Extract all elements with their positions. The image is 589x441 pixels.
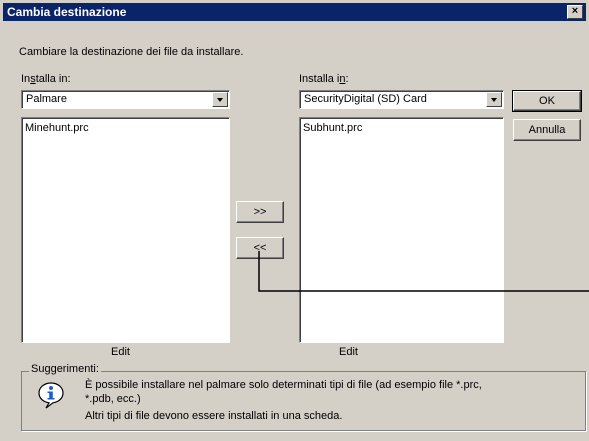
left-file-list[interactable]: Minehunt.prc xyxy=(21,117,230,343)
chevron-down-icon[interactable] xyxy=(212,92,228,107)
right-combo-value: SecurityDigital (SD) Card xyxy=(304,93,427,105)
tip-line-2: *.pdb, ecc.) xyxy=(85,393,141,405)
move-right-button[interactable]: >> xyxy=(236,201,284,223)
chevron-down-icon[interactable] xyxy=(486,92,502,107)
left-install-label: Installa in: xyxy=(21,73,71,85)
change-destination-dialog: Cambia destinazione × Cambiare la destin… xyxy=(0,0,589,441)
tip-line-3: Altri tipi di file devono essere install… xyxy=(85,410,343,422)
left-destination-combo[interactable]: Palmare xyxy=(21,90,230,109)
right-install-label: Installa in: xyxy=(299,73,349,85)
close-icon[interactable]: × xyxy=(567,5,583,19)
tips-legend: Suggerimenti: xyxy=(29,363,101,375)
ok-button[interactable]: OK xyxy=(512,90,582,112)
cancel-button[interactable]: Annulla xyxy=(513,119,581,141)
list-item[interactable]: Subhunt.prc xyxy=(303,122,362,134)
left-combo-value: Palmare xyxy=(26,93,67,105)
right-edit-label[interactable]: Edit xyxy=(339,346,358,358)
info-icon xyxy=(38,382,64,409)
right-destination-combo[interactable]: SecurityDigital (SD) Card xyxy=(299,90,504,109)
callout-line xyxy=(258,251,589,292)
right-file-list[interactable]: Subhunt.prc xyxy=(299,117,504,343)
window-title: Cambia destinazione xyxy=(7,5,127,19)
title-bar: Cambia destinazione × xyxy=(3,3,586,21)
description-text: Cambiare la destinazione dei file da ins… xyxy=(19,46,244,58)
tip-line-1: È possibile installare nel palmare solo … xyxy=(85,379,482,391)
left-edit-label[interactable]: Edit xyxy=(111,346,130,358)
list-item[interactable]: Minehunt.prc xyxy=(25,122,89,134)
